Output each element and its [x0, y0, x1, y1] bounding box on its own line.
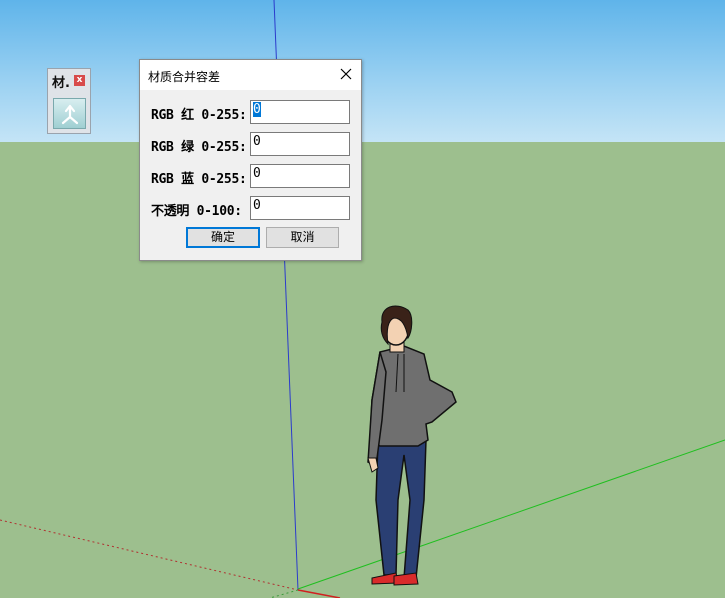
green-input[interactable]: 0 — [250, 132, 350, 156]
green-axis-dotted — [269, 589, 299, 598]
cancel-button[interactable]: 取消 — [266, 227, 339, 248]
person-figure — [367, 305, 457, 586]
green-value: 0 — [253, 134, 261, 149]
blue-label: RGB 蓝 0-255: — [151, 172, 247, 187]
red-value: 0 — [253, 102, 261, 117]
close-icon[interactable] — [338, 66, 354, 82]
red-axis-dotted — [0, 519, 299, 591]
red-axis — [297, 589, 341, 598]
merge-arrow-icon — [61, 104, 79, 125]
toolbar-title: 材. — [52, 76, 70, 91]
red-label: RGB 红 0-255: — [151, 108, 247, 123]
opacity-input[interactable]: 0 — [250, 196, 350, 220]
dialog-titlebar[interactable]: 材质合并容差 — [140, 60, 361, 90]
viewport-scene[interactable] — [0, 0, 725, 598]
dialog-title: 材质合并容差 — [148, 70, 221, 84]
green-label: RGB 绿 0-255: — [151, 140, 247, 155]
plugin-toolbar: 材. x — [47, 68, 91, 134]
material-merge-tolerance-dialog: 材质合并容差 RGB 红 0-255: 0 RGB 绿 0-255: 0 RGB… — [139, 59, 362, 261]
blue-input[interactable]: 0 — [250, 164, 350, 188]
green-axis — [297, 439, 725, 590]
toolbar-close-icon[interactable]: x — [74, 75, 85, 86]
blue-value: 0 — [253, 166, 261, 181]
opacity-value: 0 — [253, 198, 261, 213]
ok-button[interactable]: 确定 — [186, 227, 260, 248]
red-input[interactable]: 0 — [250, 100, 350, 124]
merge-materials-button[interactable] — [53, 98, 86, 129]
opacity-label: 不透明 0-100: — [151, 204, 242, 219]
